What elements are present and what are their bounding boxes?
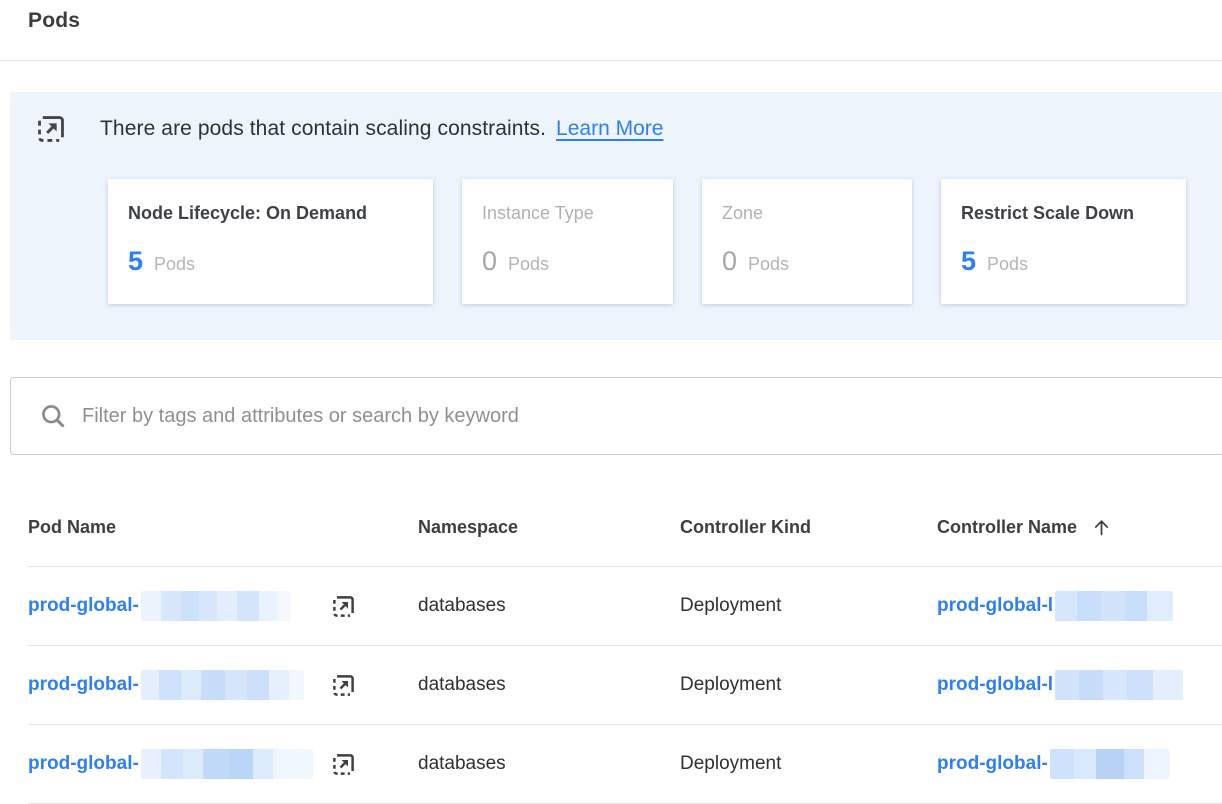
card-count: 5 — [961, 246, 976, 276]
banner-message: There are pods that contain scaling cons… — [100, 117, 546, 141]
card-unit: Pods — [154, 254, 195, 275]
pod-name-link[interactable]: prod-global- — [28, 749, 313, 779]
table-row: prod-global- databases Deployment prod-g… — [28, 646, 1222, 725]
pods-table: Pod Name Namespace Controller Kind Contr… — [28, 455, 1222, 804]
card-count: 0 — [722, 246, 737, 276]
scale-out-icon — [34, 112, 68, 146]
card-node-lifecycle-on-demand[interactable]: Node Lifecycle: On Demand 5 Pods — [108, 179, 433, 304]
controller-name-cell: prod-global- — [937, 749, 1222, 779]
card-count: 5 — [128, 246, 143, 276]
card-count-row: 5 Pods — [961, 246, 1166, 276]
column-header-namespace[interactable]: Namespace — [418, 517, 680, 538]
card-title: Zone — [722, 202, 892, 224]
scale-out-icon[interactable] — [330, 593, 357, 620]
card-count-row: 5 Pods — [128, 246, 413, 276]
controller-name-prefix: prod-global-l — [937, 595, 1053, 617]
scale-out-icon[interactable] — [330, 751, 357, 778]
controller-name-link[interactable]: prod-global-l — [937, 591, 1173, 621]
page-header: Pods — [0, 0, 1222, 60]
redacted-pod-name — [141, 749, 313, 779]
redacted-pod-name — [141, 591, 291, 621]
pod-name-cell: prod-global- — [28, 670, 330, 700]
scaling-constraints-banner: There are pods that contain scaling cons… — [10, 92, 1222, 340]
controller-name-cell: prod-global-l — [937, 670, 1222, 700]
namespace-cell: databases — [418, 674, 680, 696]
pod-name-prefix: prod-global- — [28, 674, 139, 696]
redacted-controller-name — [1055, 670, 1183, 700]
card-count-row: 0 Pods — [482, 246, 653, 276]
redacted-pod-name — [141, 670, 304, 700]
card-unit: Pods — [748, 254, 789, 275]
card-title: Instance Type — [482, 202, 653, 224]
redacted-controller-name — [1055, 591, 1173, 621]
pod-name-prefix: prod-global- — [28, 753, 139, 775]
filter-bar — [10, 377, 1222, 455]
card-restrict-scale-down[interactable]: Restrict Scale Down 5 Pods — [941, 179, 1186, 304]
namespace-cell: databases — [418, 753, 680, 775]
controller-kind-cell: Deployment — [680, 674, 937, 696]
controller-name-prefix: prod-global- — [937, 753, 1048, 775]
redacted-controller-name — [1050, 749, 1170, 779]
controller-name-cell: prod-global-l — [937, 591, 1222, 621]
table-row: prod-global- databases Deployment prod-g… — [28, 725, 1222, 804]
constraint-cards: Node Lifecycle: On Demand 5 Pods Instanc… — [108, 179, 1222, 304]
sort-ascending-arrow-icon — [1091, 517, 1112, 538]
card-count: 0 — [482, 246, 497, 276]
table-header-row: Pod Name Namespace Controller Kind Contr… — [28, 455, 1222, 567]
pod-name-cell: prod-global- — [28, 749, 330, 779]
controller-kind-cell: Deployment — [680, 595, 937, 617]
card-title: Restrict Scale Down — [961, 202, 1166, 224]
pod-name-link[interactable]: prod-global- — [28, 670, 304, 700]
search-icon — [39, 402, 67, 430]
controller-name-link[interactable]: prod-global- — [937, 749, 1170, 779]
namespace-cell: databases — [418, 595, 680, 617]
column-header-label: Controller Name — [937, 517, 1077, 538]
card-unit: Pods — [987, 254, 1028, 275]
card-zone[interactable]: Zone 0 Pods — [702, 179, 912, 304]
learn-more-link[interactable]: Learn More — [556, 117, 663, 141]
controller-name-link[interactable]: prod-global-l — [937, 670, 1183, 700]
scale-out-icon[interactable] — [330, 672, 357, 699]
column-header-pod-name[interactable]: Pod Name — [28, 517, 418, 538]
controller-name-prefix: prod-global-l — [937, 674, 1053, 696]
controller-kind-cell: Deployment — [680, 753, 937, 775]
card-unit: Pods — [508, 254, 549, 275]
open-pod-cell — [330, 751, 418, 778]
card-count-row: 0 Pods — [722, 246, 892, 276]
title-divider — [0, 60, 1222, 61]
column-header-controller-name[interactable]: Controller Name — [937, 517, 1222, 538]
card-instance-type[interactable]: Instance Type 0 Pods — [462, 179, 673, 304]
open-pod-cell — [330, 672, 418, 699]
pod-name-cell: prod-global- — [28, 591, 330, 621]
pod-name-prefix: prod-global- — [28, 595, 139, 617]
search-input[interactable] — [82, 378, 1222, 454]
column-header-controller-kind[interactable]: Controller Kind — [680, 517, 937, 538]
banner-header: There are pods that contain scaling cons… — [34, 112, 1222, 146]
pod-name-link[interactable]: prod-global- — [28, 591, 291, 621]
table-row: prod-global- databases Deployment prod-g… — [28, 567, 1222, 646]
page-title: Pods — [28, 9, 1222, 33]
card-title: Node Lifecycle: On Demand — [128, 202, 413, 224]
open-pod-cell — [330, 593, 418, 620]
